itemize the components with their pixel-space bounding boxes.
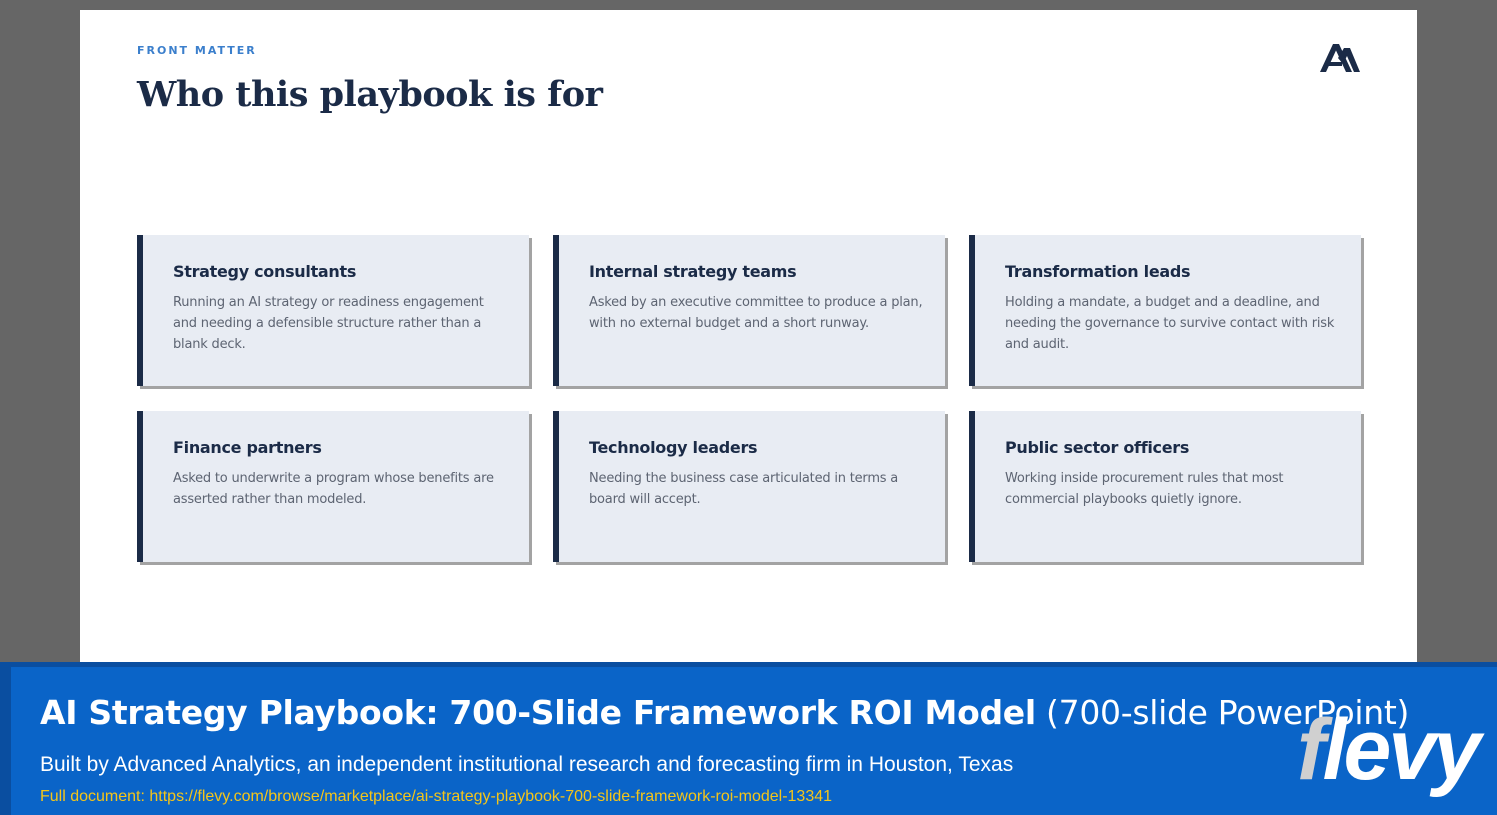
card-body: Working inside procurement rules that mo… (1005, 471, 1284, 507)
card-body: Running an AI strategy or readiness enga… (173, 295, 484, 352)
mountain-logo-icon (1320, 44, 1360, 72)
banner-subtitle: Built by Advanced Analytics, an independ… (40, 753, 1014, 776)
audience-card-internal-strategy-teams: Internal strategy teams Asked by an exec… (553, 235, 945, 386)
flevy-logo[interactable]: flevy (1297, 707, 1481, 793)
document-link[interactable]: Full document: https://flevy.com/browse/… (40, 788, 832, 806)
audience-card-transformation-leads: Transformation leads Holding a mandate, … (969, 235, 1361, 386)
card-title: Technology leaders (589, 438, 758, 457)
card-title: Strategy consultants (173, 262, 357, 281)
page-title: Who this playbook is for (137, 74, 603, 115)
card-title: Public sector officers (1005, 438, 1190, 457)
banner-title: AI Strategy Playbook: 700-Slide Framewor… (40, 693, 1409, 732)
slide: FRONT MATTER Who this playbook is for St… (80, 10, 1417, 670)
card-title: Finance partners (173, 438, 322, 457)
card-body: Asked to underwrite a program whose bene… (173, 471, 494, 507)
card-title: Internal strategy teams (589, 262, 797, 281)
audience-card-finance-partners: Finance partners Asked to underwrite a p… (137, 411, 529, 562)
card-title: Transformation leads (1005, 262, 1191, 281)
flevy-logo-f: f (1297, 702, 1326, 798)
card-body: Asked by an executive committee to produ… (589, 295, 923, 331)
card-body: Needing the business case articulated in… (589, 471, 899, 507)
section-eyebrow: FRONT MATTER (137, 44, 257, 57)
audience-card-strategy-consultants: Strategy consultants Running an AI strat… (137, 235, 529, 386)
flevy-logo-rest: levy (1322, 702, 1481, 798)
audience-card-public-sector-officers: Public sector officers Working inside pr… (969, 411, 1361, 562)
banner-title-main: AI Strategy Playbook: 700-Slide Framewor… (40, 693, 1036, 732)
product-banner: AI Strategy Playbook: 700-Slide Framewor… (0, 662, 1497, 815)
audience-card-technology-leaders: Technology leaders Needing the business … (553, 411, 945, 562)
card-body: Holding a mandate, a budget and a deadli… (1005, 295, 1335, 352)
